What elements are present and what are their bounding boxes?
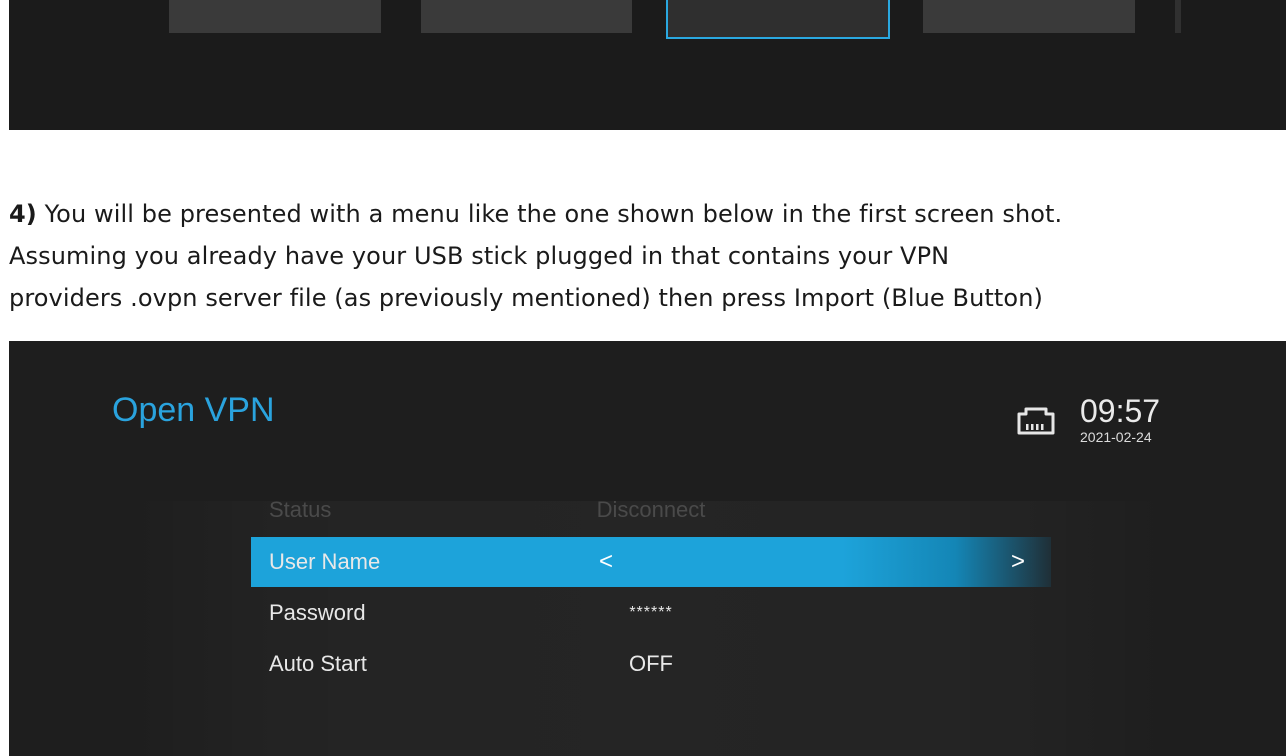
menu-tile[interactable]	[923, 0, 1135, 33]
menu-tile-focused[interactable]	[666, 0, 890, 39]
auto-start-row[interactable]: Auto Start OFF	[251, 639, 1051, 689]
row-label: Status	[269, 497, 332, 522]
instruction-paragraph: 4) You will be presented with a menu lik…	[9, 193, 1279, 319]
chevron-right-icon[interactable]: >	[1011, 537, 1025, 587]
instruction-line-2: Assuming you already have your USB stick…	[9, 242, 950, 270]
status-row: Status Disconnect	[251, 485, 1051, 535]
user-name-row[interactable]: User Name < >	[251, 537, 1051, 587]
menu-tile[interactable]	[1175, 0, 1181, 33]
menu-tile[interactable]	[169, 0, 381, 33]
chevron-left-icon[interactable]: <	[599, 537, 613, 587]
row-label: User Name	[269, 549, 381, 574]
instruction-line-3: providers .ovpn server file (as previous…	[9, 284, 1043, 312]
row-value: OFF	[629, 651, 673, 676]
menu-tile[interactable]	[421, 0, 632, 33]
page-title: Open VPN	[112, 391, 275, 429]
row-value: Disconnect	[596, 497, 706, 522]
clock-date: 2021-02-24	[1080, 429, 1152, 445]
row-value: ******	[629, 604, 673, 621]
previous-screenshot	[9, 0, 1286, 130]
row-label: Auto Start	[269, 651, 367, 676]
password-row[interactable]: Password ******	[251, 588, 1051, 638]
instruction-line-1: 4) You will be presented with a menu lik…	[9, 193, 1279, 235]
clock-time: 09:57	[1080, 393, 1161, 429]
row-label: Password	[269, 600, 366, 625]
instruction-text: You will be presented with a menu like t…	[36, 200, 1063, 228]
open-vpn-screen: Open VPN 09:57 2021-02-24 Status Disconn…	[9, 341, 1286, 756]
step-number: 4)	[9, 200, 37, 228]
network-port-icon	[1017, 407, 1055, 435]
